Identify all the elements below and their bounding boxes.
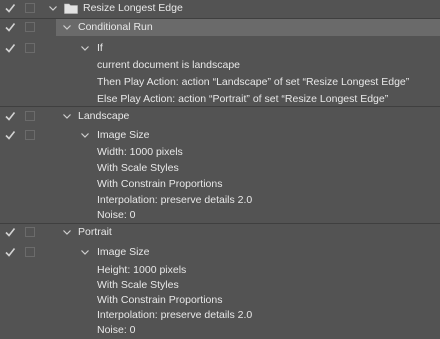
landscape-detail-scale-styles: With Scale Styles	[97, 162, 179, 174]
portrait-detail-scale-styles: With Scale Styles	[97, 279, 179, 291]
portrait-title: Portrait	[78, 226, 112, 238]
portrait-detail-row: Noise: 0	[0, 322, 440, 339]
portrait-detail-constrain: With Constrain Proportions	[97, 294, 223, 306]
toggle-item-checkmark-icon[interactable]	[4, 21, 16, 33]
portrait-action-row[interactable]: Portrait	[0, 224, 440, 241]
landscape-title: Landscape	[78, 110, 130, 122]
portrait-detail-noise: Noise: 0	[97, 324, 136, 336]
folder-icon	[64, 3, 78, 14]
toggle-item-checkmark-icon[interactable]	[4, 110, 16, 122]
condition-detail-row: current document is landscape	[0, 57, 440, 74]
action-set-row[interactable]: Resize Longest Edge	[0, 0, 440, 17]
landscape-detail-row: Width: 1000 pixels	[0, 144, 440, 161]
if-row[interactable]: If	[0, 40, 440, 57]
chevron-down-icon[interactable]	[62, 22, 72, 32]
chevron-down-icon[interactable]	[80, 43, 90, 53]
landscape-detail-constrain: With Constrain Proportions	[97, 178, 223, 190]
landscape-image-size-row[interactable]: Image Size	[0, 127, 440, 144]
action-set-title: Resize Longest Edge	[83, 2, 183, 14]
landscape-detail-row: With Constrain Proportions	[0, 176, 440, 193]
chevron-down-icon[interactable]	[62, 227, 72, 237]
condition-text: current document is landscape	[97, 59, 240, 71]
toggle-item-checkmark-icon[interactable]	[4, 246, 16, 258]
actions-panel: Resize Longest Edge Conditional Run If c…	[0, 0, 440, 339]
conditional-run-row[interactable]: Conditional Run	[0, 19, 440, 36]
toggle-dialog-box[interactable]	[25, 22, 35, 32]
toggle-dialog-box[interactable]	[25, 111, 35, 121]
then-detail-row: Then Play Action: action “Landscape” of …	[0, 74, 440, 91]
landscape-detail-interpolation: Interpolation: preserve details 2.0	[97, 194, 253, 206]
chevron-down-icon[interactable]	[80, 247, 90, 257]
toggle-item-checkmark-icon[interactable]	[4, 226, 16, 238]
portrait-detail-interpolation: Interpolation: preserve details 2.0	[97, 309, 253, 321]
landscape-detail-row: Noise: 0	[0, 207, 440, 224]
portrait-detail-height: Height: 1000 pixels	[97, 264, 187, 276]
landscape-detail-noise: Noise: 0	[97, 209, 136, 221]
toggle-item-checkmark-icon[interactable]	[4, 129, 16, 141]
chevron-down-icon[interactable]	[48, 3, 58, 13]
then-text: Then Play Action: action “Landscape” of …	[97, 76, 410, 88]
toggle-dialog-box[interactable]	[25, 3, 35, 13]
landscape-detail-row: With Scale Styles	[0, 160, 440, 177]
portrait-image-size-row[interactable]: Image Size	[0, 244, 440, 261]
landscape-action-row[interactable]: Landscape	[0, 108, 440, 125]
if-label: If	[97, 42, 103, 54]
landscape-detail-width: Width: 1000 pixels	[97, 146, 183, 158]
conditional-run-title: Conditional Run	[78, 21, 153, 33]
landscape-step-title: Image Size	[97, 129, 150, 141]
toggle-dialog-box[interactable]	[25, 247, 35, 257]
portrait-step-title: Image Size	[97, 246, 150, 258]
chevron-down-icon[interactable]	[62, 111, 72, 121]
toggle-item-checkmark-icon[interactable]	[4, 2, 16, 14]
toggle-item-checkmark-icon[interactable]	[4, 42, 16, 54]
toggle-dialog-box[interactable]	[25, 227, 35, 237]
toggle-dialog-box[interactable]	[25, 43, 35, 53]
chevron-down-icon[interactable]	[80, 130, 90, 140]
else-text: Else Play Action: action “Portrait” of s…	[97, 93, 389, 105]
toggle-dialog-box[interactable]	[25, 130, 35, 140]
